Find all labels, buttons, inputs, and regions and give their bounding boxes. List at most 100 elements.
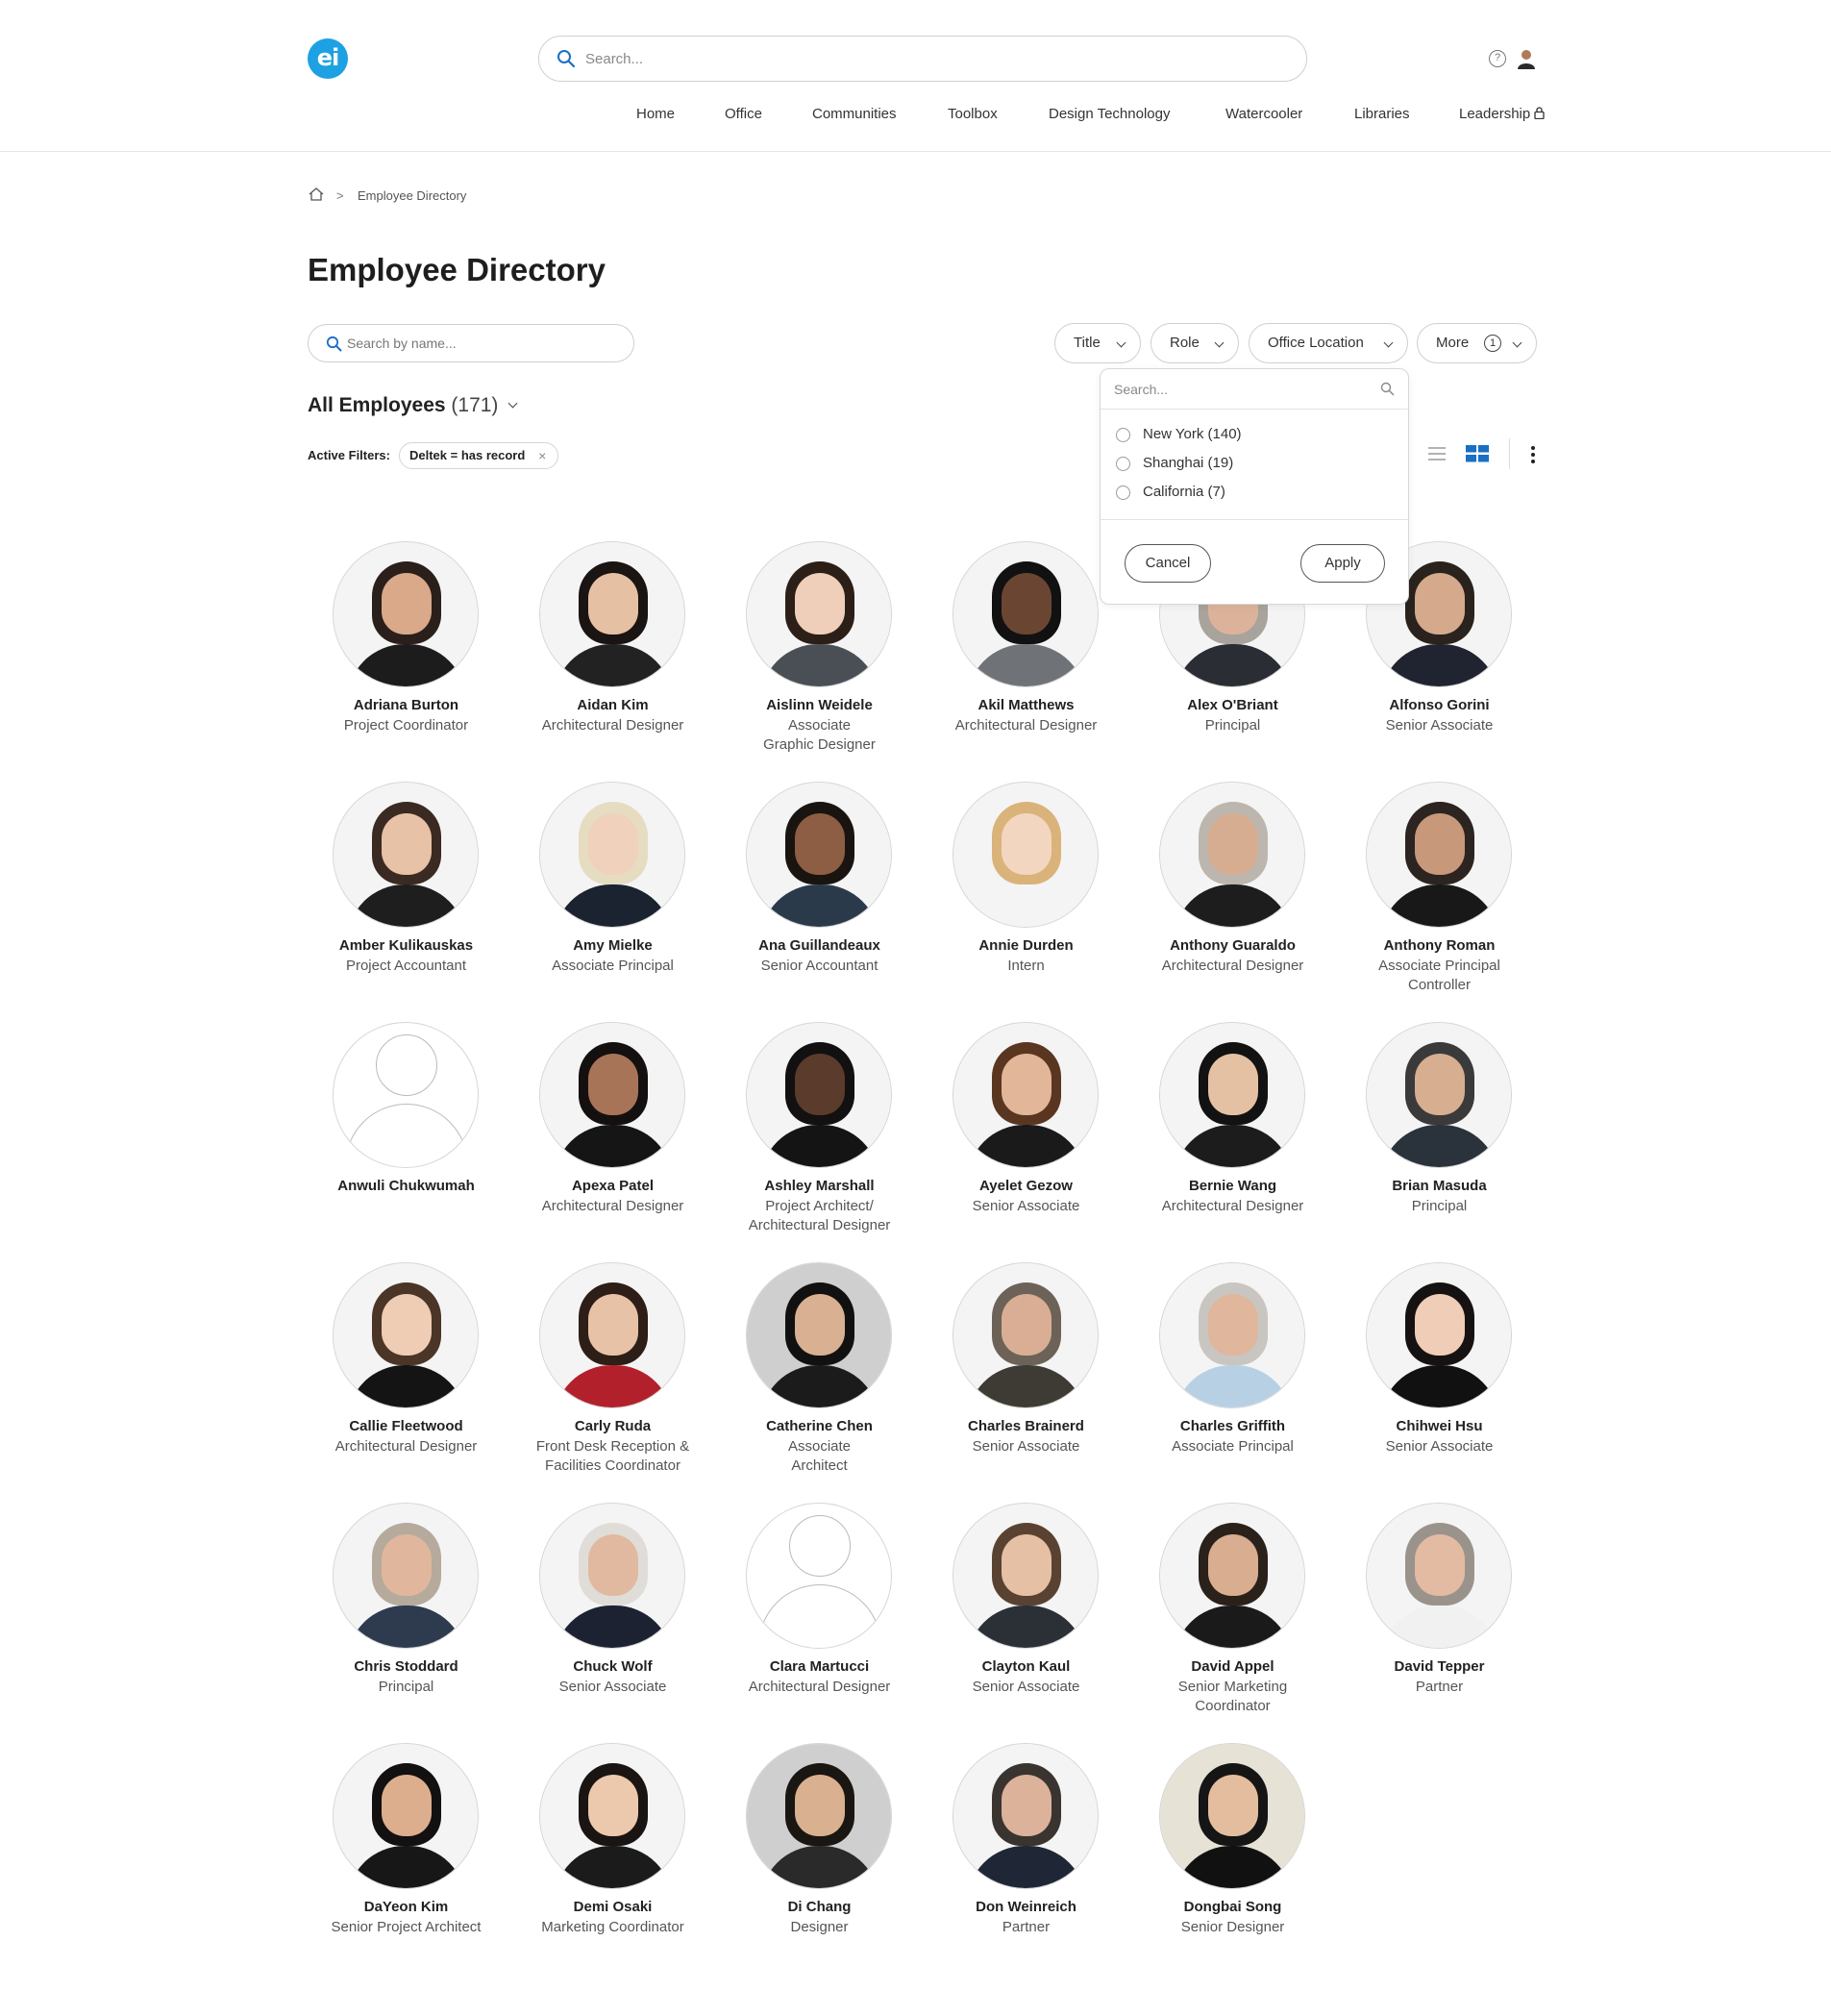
employee-avatar[interactable] bbox=[1159, 1743, 1305, 1889]
global-search-bar[interactable] bbox=[538, 36, 1307, 82]
employee-name[interactable]: Charles Griffith bbox=[1129, 1418, 1336, 1434]
grid-view-icon[interactable] bbox=[1466, 445, 1489, 462]
apply-button[interactable]: Apply bbox=[1300, 544, 1385, 583]
nav-leadership[interactable]: Leadership bbox=[1459, 106, 1546, 122]
employee-avatar[interactable] bbox=[953, 1262, 1099, 1408]
name-search-input[interactable] bbox=[347, 333, 616, 354]
nav-office[interactable]: Office bbox=[725, 106, 762, 122]
nav-home[interactable]: Home bbox=[636, 106, 675, 122]
employee-name[interactable]: Bernie Wang bbox=[1129, 1178, 1336, 1194]
employee-avatar[interactable] bbox=[746, 1743, 892, 1889]
employee-name[interactable]: Chuck Wolf bbox=[509, 1658, 716, 1675]
home-icon[interactable] bbox=[308, 187, 325, 202]
employee-avatar[interactable] bbox=[746, 1022, 892, 1168]
employee-avatar[interactable] bbox=[539, 1022, 685, 1168]
employee-name[interactable]: Clayton Kaul bbox=[923, 1658, 1129, 1675]
employee-name[interactable]: Demi Osaki bbox=[509, 1899, 716, 1915]
dropdown-search-input[interactable] bbox=[1114, 379, 1364, 400]
employee-avatar[interactable] bbox=[953, 1022, 1099, 1168]
name-search-bar[interactable] bbox=[308, 324, 634, 362]
employee-avatar[interactable] bbox=[953, 541, 1099, 687]
employee-name[interactable]: Apexa Patel bbox=[509, 1178, 716, 1194]
employee-avatar[interactable] bbox=[953, 1503, 1099, 1649]
employee-name[interactable]: David Tepper bbox=[1336, 1658, 1543, 1675]
nav-toolbox[interactable]: Toolbox bbox=[948, 106, 998, 122]
help-icon[interactable]: ? bbox=[1489, 50, 1506, 67]
all-employees-selector[interactable]: All Employees (171) bbox=[308, 394, 518, 417]
nav-watercooler[interactable]: Watercooler bbox=[1225, 106, 1302, 122]
employee-avatar[interactable] bbox=[953, 782, 1099, 928]
employee-name[interactable]: Amber Kulikauskas bbox=[303, 937, 509, 954]
employee-name[interactable]: Clara Martucci bbox=[716, 1658, 923, 1675]
employee-avatar[interactable] bbox=[333, 1262, 479, 1408]
employee-name[interactable]: Anthony Guaraldo bbox=[1129, 937, 1336, 954]
employee-name[interactable]: Dongbai Song bbox=[1129, 1899, 1336, 1915]
employee-avatar[interactable] bbox=[333, 1503, 479, 1649]
employee-avatar[interactable] bbox=[539, 541, 685, 687]
employee-name[interactable]: Amy Mielke bbox=[509, 937, 716, 954]
radio-button[interactable] bbox=[1116, 485, 1130, 500]
employee-name[interactable]: Ashley Marshall bbox=[716, 1178, 923, 1194]
dropdown-search-bar[interactable] bbox=[1101, 369, 1408, 410]
employee-avatar[interactable] bbox=[1159, 1503, 1305, 1649]
employee-name[interactable]: Catherine Chen bbox=[716, 1418, 923, 1434]
employee-name[interactable]: Aislinn Weidele bbox=[716, 697, 923, 713]
employee-name[interactable]: Aidan Kim bbox=[509, 697, 716, 713]
employee-name[interactable]: DaYeon Kim bbox=[303, 1899, 509, 1915]
employee-avatar[interactable] bbox=[539, 782, 685, 928]
employee-name[interactable]: Carly Ruda bbox=[509, 1418, 716, 1434]
nav-libraries[interactable]: Libraries bbox=[1354, 106, 1410, 122]
title-filter-button[interactable]: Title bbox=[1054, 323, 1141, 363]
global-search-input[interactable] bbox=[585, 44, 1277, 73]
employee-avatar[interactable] bbox=[1366, 1262, 1512, 1408]
employee-avatar[interactable] bbox=[1159, 1262, 1305, 1408]
employee-avatar[interactable] bbox=[333, 1022, 479, 1168]
employee-name[interactable]: Brian Masuda bbox=[1336, 1178, 1543, 1194]
employee-name[interactable]: Alfonso Gorini bbox=[1336, 697, 1543, 713]
more-filter-button[interactable]: More 1 bbox=[1417, 323, 1537, 363]
employee-name[interactable]: Di Chang bbox=[716, 1899, 923, 1915]
employee-avatar[interactable] bbox=[333, 782, 479, 928]
employee-avatar[interactable] bbox=[746, 1262, 892, 1408]
employee-name[interactable]: Alex O'Briant bbox=[1129, 697, 1336, 713]
employee-avatar[interactable] bbox=[1159, 782, 1305, 928]
radio-button[interactable] bbox=[1116, 457, 1130, 471]
employee-name[interactable]: Adriana Burton bbox=[303, 697, 509, 713]
office-location-filter-button[interactable]: Office Location bbox=[1249, 323, 1408, 363]
employee-name[interactable]: Akil Matthews bbox=[923, 697, 1129, 713]
employee-name[interactable]: Annie Durden bbox=[923, 937, 1129, 954]
employee-name[interactable]: Ayelet Gezow bbox=[923, 1178, 1129, 1194]
employee-avatar[interactable] bbox=[333, 1743, 479, 1889]
employee-avatar[interactable] bbox=[539, 1503, 685, 1649]
more-options-icon[interactable] bbox=[1530, 445, 1536, 464]
employee-avatar[interactable] bbox=[746, 1503, 892, 1649]
employee-avatar[interactable] bbox=[953, 1743, 1099, 1889]
employee-name[interactable]: Ana Guillandeaux bbox=[716, 937, 923, 954]
user-avatar-icon[interactable] bbox=[1517, 48, 1536, 69]
employee-avatar[interactable] bbox=[539, 1262, 685, 1408]
nav-design-technology[interactable]: Design Technology bbox=[1049, 106, 1170, 122]
close-icon[interactable]: × bbox=[538, 443, 546, 468]
employee-avatar[interactable] bbox=[1366, 1503, 1512, 1649]
nav-communities[interactable]: Communities bbox=[812, 106, 897, 122]
employee-avatar[interactable] bbox=[333, 541, 479, 687]
cancel-button[interactable]: Cancel bbox=[1125, 544, 1211, 583]
employee-name[interactable]: Callie Fleetwood bbox=[303, 1418, 509, 1434]
employee-avatar[interactable] bbox=[746, 782, 892, 928]
list-view-icon[interactable] bbox=[1428, 447, 1446, 460]
company-logo[interactable]: ei bbox=[308, 38, 348, 79]
employee-name[interactable]: David Appel bbox=[1129, 1658, 1336, 1675]
employee-avatar[interactable] bbox=[746, 541, 892, 687]
employee-avatar[interactable] bbox=[539, 1743, 685, 1889]
role-filter-button[interactable]: Role bbox=[1151, 323, 1239, 363]
employee-name[interactable]: Anthony Roman bbox=[1336, 937, 1543, 954]
employee-name[interactable]: Charles Brainerd bbox=[923, 1418, 1129, 1434]
employee-avatar[interactable] bbox=[1366, 1022, 1512, 1168]
employee-avatar[interactable] bbox=[1366, 782, 1512, 928]
employee-name[interactable]: Don Weinreich bbox=[923, 1899, 1129, 1915]
employee-avatar[interactable] bbox=[1159, 1022, 1305, 1168]
employee-name[interactable]: Chris Stoddard bbox=[303, 1658, 509, 1675]
radio-button[interactable] bbox=[1116, 428, 1130, 442]
employee-name[interactable]: Chihwei Hsu bbox=[1336, 1418, 1543, 1434]
employee-name[interactable]: Anwuli Chukwumah bbox=[303, 1178, 509, 1194]
